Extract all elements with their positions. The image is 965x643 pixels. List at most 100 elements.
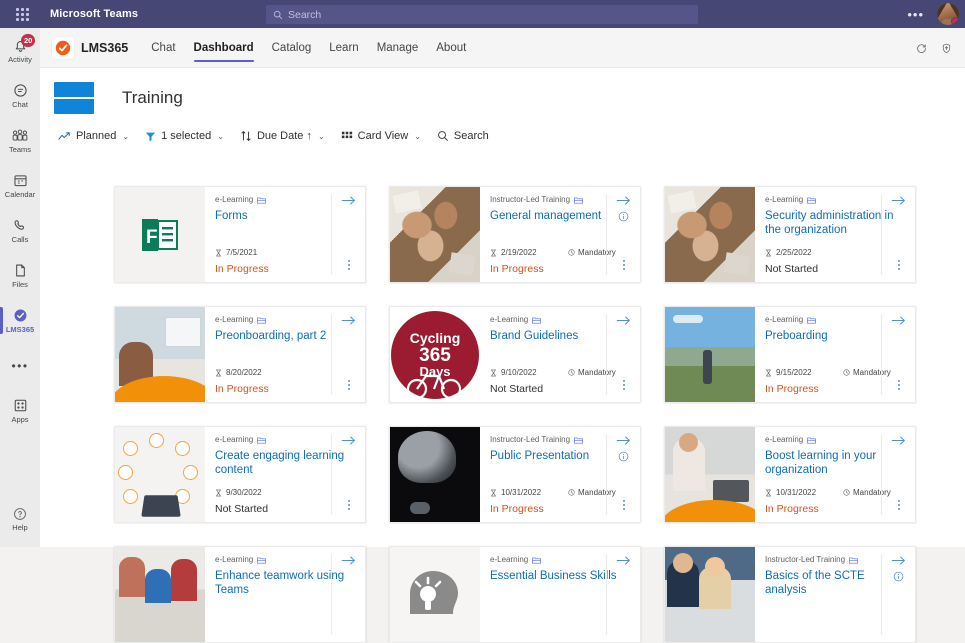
card-title[interactable]: General management — [490, 209, 622, 223]
card-actions — [881, 314, 915, 395]
activity-badge-count: 20 — [21, 34, 36, 47]
sidebar-item-files[interactable]: Files — [0, 253, 40, 298]
sidebar-more-button[interactable]: ••• — [0, 343, 40, 388]
kebab-menu-icon[interactable] — [897, 498, 900, 512]
tab-about[interactable]: About — [427, 28, 475, 68]
arrow-right-icon[interactable] — [341, 435, 356, 446]
arrow-right-icon[interactable] — [891, 195, 906, 206]
training-card[interactable]: e-Learning Enhance teamwork using Teams — [114, 546, 366, 643]
card-title[interactable]: Enhance teamwork using Teams — [215, 569, 347, 597]
refresh-icon[interactable] — [915, 42, 928, 55]
clock-mandatory-icon — [843, 489, 850, 496]
kebab-menu-icon[interactable] — [347, 378, 350, 392]
sidebar-item-chat[interactable]: Chat — [0, 73, 40, 118]
card-type-label: e-Learning — [490, 315, 529, 324]
training-card[interactable]: Instructor-Led Training Basics of the SC… — [664, 546, 916, 643]
tab-dashboard[interactable]: Dashboard — [185, 28, 263, 68]
card-title[interactable]: Security administration in the organizat… — [765, 209, 897, 237]
chevron-down-icon: ⌄ — [217, 131, 224, 141]
training-card[interactable]: e-Learning Create engaging learning cont… — [114, 426, 366, 523]
clock-mandatory-icon — [568, 369, 575, 376]
arrow-right-icon[interactable] — [891, 315, 906, 326]
sidebar-item-help[interactable]: Help — [0, 496, 40, 541]
sidebar-item-label: Activity — [8, 55, 32, 65]
tab-manage[interactable]: Manage — [368, 28, 428, 68]
layout-card-view[interactable]: Card View ⌄ — [341, 130, 421, 142]
training-card[interactable]: e-Learning Boost learning in your organi… — [664, 426, 916, 523]
card-title[interactable]: Basics of the SCTE analysis — [765, 569, 897, 597]
card-type-label: e-Learning — [215, 195, 254, 204]
training-card[interactable]: e-Learning Preonboarding, part 2 8/20/20… — [114, 306, 366, 403]
arrow-right-icon[interactable] — [341, 195, 356, 206]
card-title[interactable]: Forms — [215, 209, 347, 223]
arrow-right-icon[interactable] — [616, 195, 631, 206]
info-circle-icon[interactable] — [893, 571, 904, 582]
arrow-right-icon[interactable] — [891, 555, 906, 566]
arrow-right-icon[interactable] — [616, 555, 631, 566]
card-body: e-Learning Preonboarding, part 2 8/20/20… — [205, 307, 365, 402]
sidebar-item-lms365[interactable]: LMS365 — [0, 298, 40, 343]
hourglass-icon — [490, 369, 497, 377]
page-title: Training — [122, 88, 183, 107]
arrow-right-icon[interactable] — [616, 315, 631, 326]
sidebar-item-teams[interactable]: Teams — [0, 118, 40, 163]
training-card[interactable]: e-Learning Essential Business Skills — [389, 546, 641, 643]
sidebar-item-apps[interactable]: Apps — [0, 388, 40, 433]
team-whiteboard-thumbnail — [115, 547, 205, 642]
dashboard-page: Training Planned ⌄ 1 selected ⌄ Due Date… — [40, 68, 965, 643]
global-search-box[interactable] — [266, 5, 698, 24]
kebab-menu-icon[interactable] — [347, 258, 350, 272]
info-circle-icon[interactable] — [618, 451, 629, 462]
card-due-date: 10/31/2022 — [776, 488, 817, 497]
arrow-right-icon[interactable] — [891, 435, 906, 446]
kebab-menu-icon[interactable] — [622, 258, 625, 272]
microphone-thumbnail — [390, 427, 480, 522]
hands-teamwork-thumbnail — [390, 187, 480, 282]
info-circle-icon[interactable] — [618, 211, 629, 222]
search-input[interactable] — [288, 8, 691, 21]
arrow-right-icon[interactable] — [341, 555, 356, 566]
tab-learn[interactable]: Learn — [320, 28, 367, 68]
card-title[interactable]: Public Presentation — [490, 449, 622, 463]
clock-mandatory-icon — [568, 249, 575, 256]
card-title[interactable]: Create engaging learning content — [215, 449, 347, 477]
topbar-more-button[interactable]: ••• — [903, 6, 928, 23]
grid-view-icon — [341, 130, 353, 142]
sidebar-item-calls[interactable]: Calls — [0, 208, 40, 253]
tab-chat[interactable]: Chat — [142, 28, 184, 68]
kebab-menu-icon[interactable] — [622, 378, 625, 392]
card-body: Instructor-Led Training Public Presentat… — [480, 427, 640, 522]
card-title[interactable]: Brand Guidelines — [490, 329, 622, 343]
avatar[interactable] — [937, 3, 959, 25]
card-title[interactable]: Preboarding — [765, 329, 897, 343]
kebab-menu-icon[interactable] — [347, 498, 350, 512]
sidebar-item-activity[interactable]: Activity 20 — [0, 28, 40, 73]
kebab-menu-icon[interactable] — [622, 498, 625, 512]
training-card[interactable]: e-Learning Preboarding 9/15/2022 Mandato… — [664, 306, 916, 403]
training-card[interactable]: Cycling 365 Days e-Learning Brand Guidel… — [389, 306, 641, 403]
app-tabs: Chat Dashboard Catalog Learn Manage Abou… — [142, 28, 475, 68]
card-title[interactable]: Preonboarding, part 2 — [215, 329, 347, 343]
arrow-right-icon[interactable] — [341, 315, 356, 326]
view-filter-planned[interactable]: Planned ⌄ — [58, 130, 129, 142]
app-launcher-waffle-icon[interactable] — [0, 0, 44, 28]
kebab-menu-icon[interactable] — [897, 258, 900, 272]
sidebar-item-calendar[interactable]: Calendar — [0, 163, 40, 208]
training-card[interactable]: Instructor-Led Training General manageme… — [389, 186, 641, 283]
card-title[interactable]: Essential Business Skills — [490, 569, 622, 583]
sort-due-date[interactable]: Due Date ↑ ⌄ — [240, 130, 325, 142]
card-title[interactable]: Boost learning in your organization — [765, 449, 897, 477]
course-folder-icon — [807, 436, 817, 444]
shield-info-icon[interactable] — [940, 42, 953, 55]
arrow-right-icon[interactable] — [616, 435, 631, 446]
toolbar-search[interactable]: Search — [437, 130, 489, 142]
tab-catalog[interactable]: Catalog — [263, 28, 321, 68]
training-card[interactable]: F e-Learning Forms 7/5/2021 In Progress — [114, 186, 366, 283]
hamburger-menu-icon[interactable] — [54, 82, 94, 114]
training-card[interactable]: e-Learning Security administration in th… — [664, 186, 916, 283]
presence-badge-busy — [951, 17, 959, 25]
kebab-menu-icon[interactable] — [897, 378, 900, 392]
sidebar-item-label: Help — [12, 522, 28, 532]
filter-selected[interactable]: 1 selected ⌄ — [145, 130, 224, 142]
training-card[interactable]: Instructor-Led Training Public Presentat… — [389, 426, 641, 523]
